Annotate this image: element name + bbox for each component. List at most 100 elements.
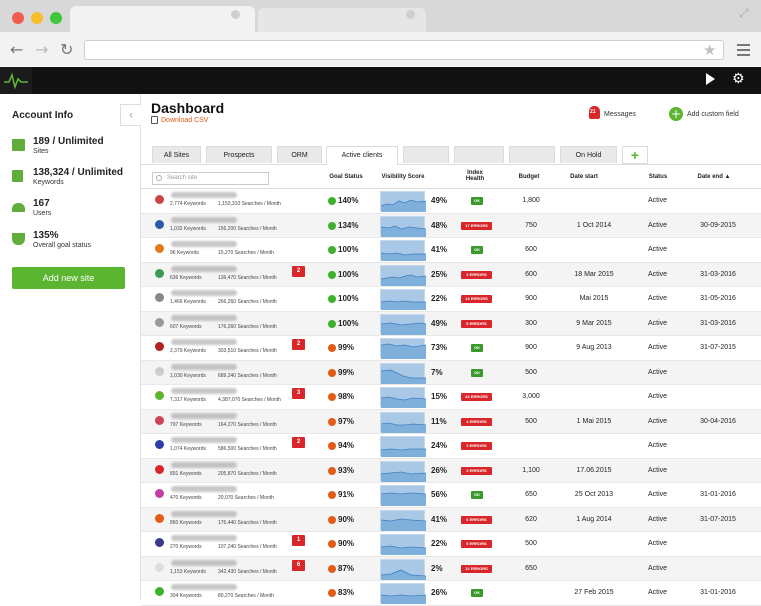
index-health-badge[interactable]: 14 ERRORS — [461, 295, 492, 303]
tab-close-icon[interactable] — [231, 10, 240, 19]
col-goal-status[interactable]: Goal Status — [326, 174, 366, 180]
index-health-badge[interactable]: 34 ERRORS — [461, 393, 492, 401]
site-name-blurred[interactable] — [171, 559, 237, 566]
col-visibility-score[interactable]: Visibility Score — [380, 174, 426, 180]
index-health-badge[interactable]: OK — [471, 589, 483, 597]
reload-icon[interactable]: ↻ — [60, 40, 73, 59]
visibility-sparkline[interactable] — [380, 338, 427, 359]
visibility-sparkline[interactable] — [380, 313, 427, 335]
index-health-badge[interactable]: OK — [471, 344, 483, 352]
browser-tab-active[interactable] — [70, 6, 255, 32]
tab-blank[interactable] — [454, 146, 504, 163]
add-new-site-button[interactable]: Add new site — [12, 267, 125, 289]
tab-all-sites[interactable]: All Sites — [152, 146, 201, 163]
index-health-badge[interactable]: 3 ERRORS — [461, 466, 492, 475]
table-row[interactable]: 607 Keywords 176,260 Searches / Month 100%… — [141, 311, 761, 336]
tab-blank[interactable] — [509, 146, 555, 163]
visibility-sparkline[interactable] — [380, 240, 426, 261]
site-name-blurred[interactable] — [171, 192, 237, 198]
site-name-blurred[interactable] — [171, 290, 237, 296]
notes-badge[interactable]: 6 — [292, 559, 305, 571]
download-csv-link[interactable]: Download CSV — [161, 117, 208, 124]
col-index-health[interactable]: Index Health — [462, 170, 488, 182]
table-row[interactable]: 797 Keywords 164,270 Searches / Month 97% 1… — [141, 409, 761, 434]
site-name-blurred[interactable] — [171, 265, 237, 272]
col-budget[interactable]: Budget — [514, 174, 544, 180]
table-row[interactable]: 1,074 Keywords 586,500 Searches / Month 2 9… — [141, 434, 761, 459]
table-row[interactable]: 891 Keywords 205,870 Searches / Month 93% 2… — [141, 458, 761, 483]
index-health-badge[interactable]: OK — [471, 491, 483, 499]
close-window-icon[interactable] — [12, 12, 24, 24]
app-logo[interactable] — [0, 67, 32, 94]
index-health-badge[interactable]: 5 ERRORS — [461, 319, 492, 328]
site-name-blurred[interactable] — [171, 584, 237, 590]
index-health-badge[interactable]: OK — [471, 368, 483, 377]
visibility-sparkline[interactable] — [380, 583, 427, 604]
index-health-badge[interactable]: OK — [471, 197, 483, 205]
bookmark-star-icon[interactable]: ★ — [703, 41, 716, 59]
search-site-input[interactable]: Search site — [152, 172, 269, 185]
browser-tab[interactable] — [258, 8, 426, 32]
messages-bell-icon[interactable]: 21 — [589, 106, 600, 119]
table-row[interactable]: 1,032 Keywords 156,200 Searches / Month 13… — [141, 213, 761, 238]
index-health-badge[interactable]: 4 ERRORS — [461, 417, 492, 426]
tab-on-hold[interactable]: On Hold — [560, 146, 617, 163]
site-name-blurred[interactable] — [171, 241, 237, 247]
visibility-sparkline[interactable] — [380, 289, 426, 310]
tab-close-icon[interactable] — [406, 10, 415, 19]
visibility-sparkline[interactable] — [380, 509, 427, 531]
site-name-blurred[interactable] — [171, 339, 237, 345]
table-row[interactable]: 96 Keywords 15,270 Searches / Month 100% 41… — [141, 238, 761, 263]
col-status[interactable]: Status — [646, 174, 670, 180]
visibility-sparkline[interactable] — [380, 436, 426, 457]
browser-menu-icon[interactable] — [737, 44, 750, 59]
address-bar[interactable] — [84, 40, 724, 60]
settings-gear-icon[interactable]: ⚙ — [732, 71, 745, 87]
site-name-blurred[interactable] — [171, 388, 237, 394]
site-name-blurred[interactable] — [171, 412, 237, 419]
tab-prospects[interactable]: Prospects — [206, 146, 272, 163]
table-row[interactable]: 270 Keywords 107,240 Searches / Month 1 90%… — [141, 532, 761, 557]
site-name-blurred[interactable] — [171, 461, 237, 468]
collapse-sidebar-button[interactable]: ‹ — [120, 104, 141, 126]
visibility-sparkline[interactable] — [380, 191, 427, 212]
visibility-sparkline[interactable] — [380, 411, 427, 433]
col-date-start[interactable]: Date start — [566, 174, 602, 180]
visibility-sparkline[interactable] — [380, 485, 427, 506]
table-row[interactable]: 1,153 Keywords 342,430 Searches / Month 6 8… — [141, 556, 761, 581]
table-row[interactable]: 860 Keywords 176,440 Searches / Month 90% 4… — [141, 507, 761, 532]
visibility-sparkline[interactable] — [380, 362, 426, 384]
tab-active-clients[interactable]: Active clients — [326, 146, 398, 165]
back-icon[interactable]: ← — [10, 40, 23, 59]
table-row[interactable]: 2,379 Keywords 303,510 Searches / Month 2 9… — [141, 336, 761, 361]
maximize-window-icon[interactable] — [50, 12, 62, 24]
table-row[interactable]: 1,466 Keywords 266,260 Searches / Month 10… — [141, 287, 761, 312]
site-name-blurred[interactable] — [171, 510, 237, 517]
site-name-blurred[interactable] — [171, 437, 237, 443]
table-row[interactable]: 7,317 Keywords 4,387,070 Searches / Month… — [141, 385, 761, 410]
index-health-badge[interactable]: 3 ERRORS — [461, 270, 492, 279]
add-custom-field-link[interactable]: Add custom field — [687, 111, 739, 118]
site-name-blurred[interactable] — [171, 535, 237, 541]
index-health-badge[interactable]: OK — [471, 246, 483, 254]
fullscreen-icon[interactable]: ⤢ — [739, 6, 749, 21]
index-health-badge[interactable]: 6 ERRORS — [461, 515, 492, 524]
table-row[interactable]: 2,774 Keywords 1,153,310 Searches / Month… — [141, 189, 761, 214]
play-icon[interactable] — [706, 73, 715, 85]
site-name-blurred[interactable] — [171, 216, 237, 223]
notes-badge[interactable]: 2 — [292, 339, 305, 350]
table-row[interactable]: 1,030 Keywords 689,240 Searches / Month 99… — [141, 360, 761, 385]
table-row[interactable]: 636 Keywords 136,470 Searches / Month 2 100… — [141, 262, 761, 287]
minimize-window-icon[interactable] — [31, 12, 43, 24]
forward-icon[interactable]: → — [35, 40, 48, 59]
site-name-blurred[interactable] — [171, 486, 237, 492]
site-name-blurred[interactable] — [171, 363, 237, 370]
index-health-badge[interactable]: 17 ERRORS — [461, 221, 492, 230]
notes-badge[interactable]: 2 — [292, 265, 305, 277]
notes-badge[interactable]: 1 — [292, 535, 305, 546]
tab-blank[interactable] — [403, 146, 449, 163]
col-date-end[interactable]: Date end ▲ — [694, 174, 734, 180]
table-row[interactable]: 470 Keywords 20,070 Searches / Month 91% 56… — [141, 483, 761, 508]
add-field-plus-icon[interactable]: + — [669, 107, 683, 121]
notes-badge[interactable]: 2 — [292, 437, 305, 448]
